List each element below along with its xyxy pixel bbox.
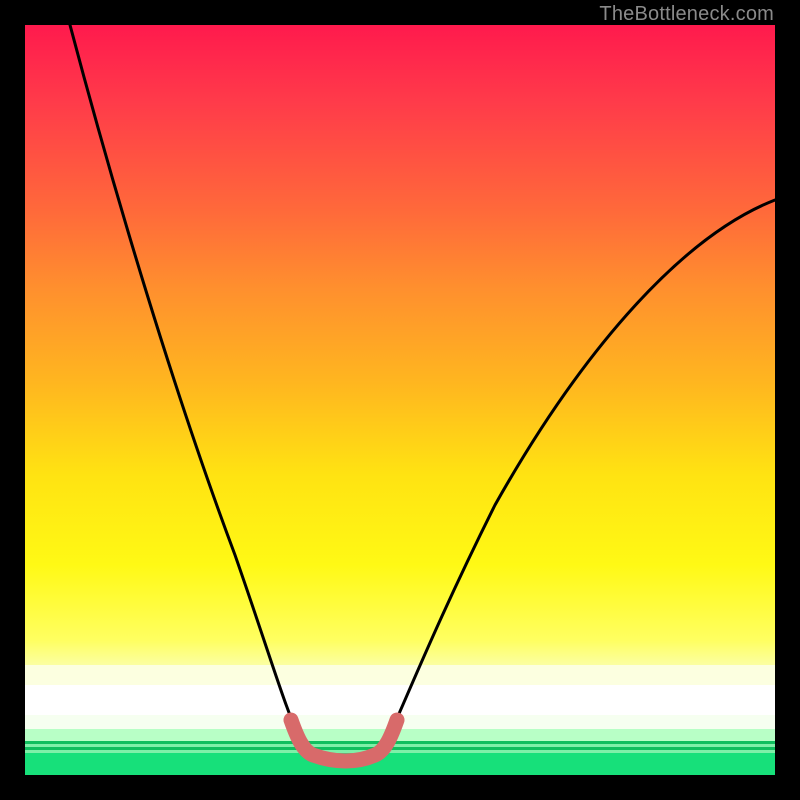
optimal-zone-marker (291, 720, 397, 761)
watermark-text: TheBottleneck.com (599, 3, 774, 26)
chart-frame: TheBottleneck.com (0, 0, 800, 800)
bottleneck-curve (70, 25, 775, 760)
chart-svg (25, 25, 775, 775)
